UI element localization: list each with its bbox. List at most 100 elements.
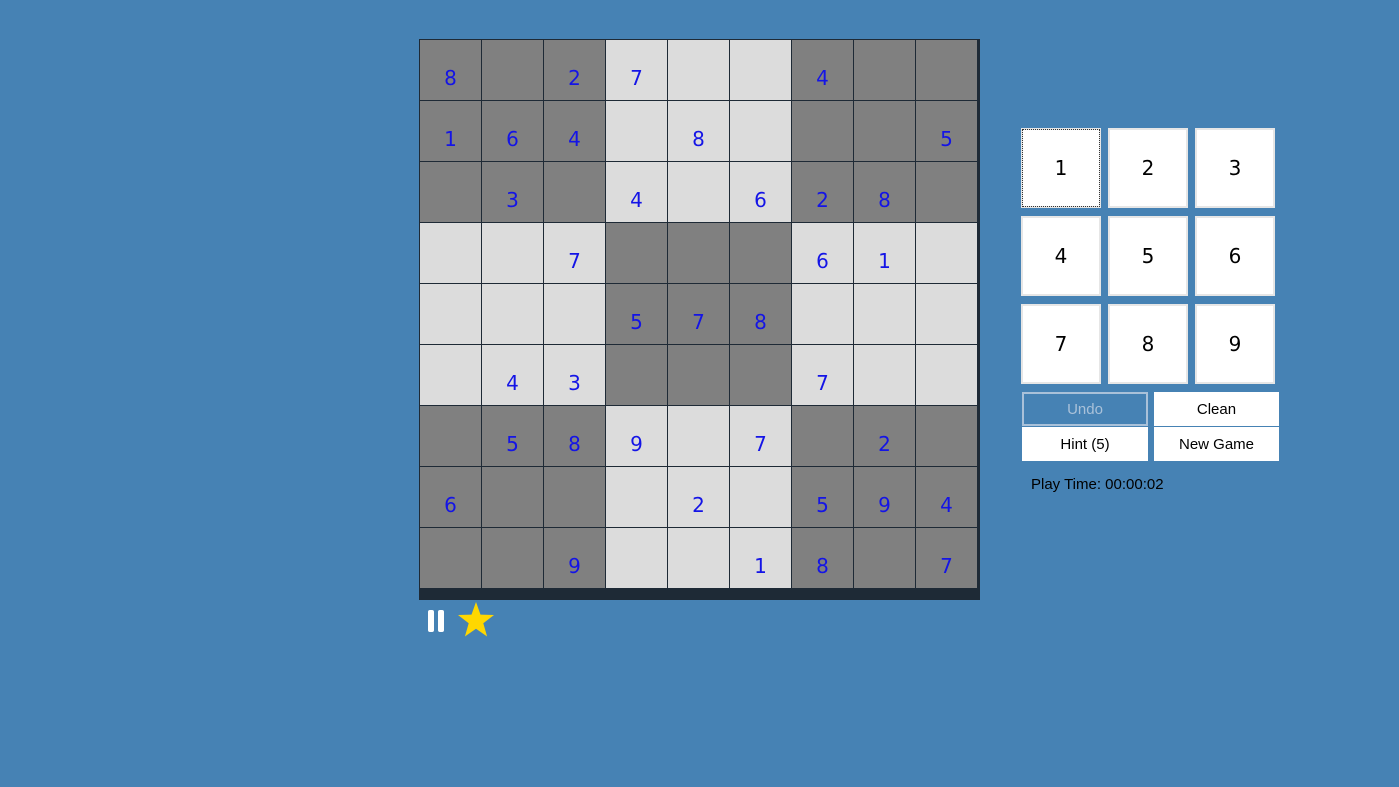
sudoku-cell-r1-c2[interactable] bbox=[482, 40, 543, 100]
sudoku-cell-r9-c3[interactable]: 9 bbox=[544, 528, 605, 588]
sudoku-cell-r8-c5[interactable]: 2 bbox=[668, 467, 729, 527]
sudoku-cell-r9-c4[interactable] bbox=[606, 528, 667, 588]
sudoku-cell-r3-c8[interactable]: 8 bbox=[854, 162, 915, 222]
number-key-6[interactable]: 6 bbox=[1195, 216, 1275, 296]
play-time-label: Play Time: 00:00:02 bbox=[1031, 476, 1164, 493]
sudoku-cell-r5-c3[interactable] bbox=[544, 284, 605, 344]
number-pad: 1 2 3 4 5 6 7 8 9 bbox=[1021, 128, 1281, 384]
hint-button[interactable]: Hint (5) bbox=[1022, 427, 1148, 461]
sudoku-cell-r5-c4[interactable]: 5 bbox=[606, 284, 667, 344]
sudoku-board: 8274164853462876157843758972625949187 bbox=[419, 39, 980, 600]
sudoku-cell-r5-c8[interactable] bbox=[854, 284, 915, 344]
sudoku-cell-r4-c9[interactable] bbox=[916, 223, 977, 283]
number-key-8[interactable]: 8 bbox=[1108, 304, 1188, 384]
sudoku-cell-r6-c5[interactable] bbox=[668, 345, 729, 405]
undo-button[interactable]: Undo bbox=[1022, 392, 1148, 426]
sudoku-cell-r6-c6[interactable] bbox=[730, 345, 791, 405]
sudoku-cell-r3-c6[interactable]: 6 bbox=[730, 162, 791, 222]
sudoku-cell-r8-c6[interactable] bbox=[730, 467, 791, 527]
sudoku-cell-r4-c8[interactable]: 1 bbox=[854, 223, 915, 283]
pause-button[interactable] bbox=[427, 610, 445, 632]
sudoku-cell-r8-c1[interactable]: 6 bbox=[420, 467, 481, 527]
sudoku-cell-r5-c7[interactable] bbox=[792, 284, 853, 344]
sudoku-cell-r1-c7[interactable]: 4 bbox=[792, 40, 853, 100]
number-key-1[interactable]: 1 bbox=[1021, 128, 1101, 208]
new-game-button[interactable]: New Game bbox=[1154, 427, 1279, 461]
clean-button[interactable]: Clean bbox=[1154, 392, 1279, 426]
sudoku-cell-r3-c9[interactable] bbox=[916, 162, 977, 222]
sudoku-cell-r2-c9[interactable]: 5 bbox=[916, 101, 977, 161]
sudoku-cell-r8-c2[interactable] bbox=[482, 467, 543, 527]
sudoku-cell-r7-c3[interactable]: 8 bbox=[544, 406, 605, 466]
sudoku-cell-r7-c1[interactable] bbox=[420, 406, 481, 466]
sudoku-cell-r8-c8[interactable]: 9 bbox=[854, 467, 915, 527]
sudoku-cell-r6-c9[interactable] bbox=[916, 345, 977, 405]
sudoku-cell-r6-c1[interactable] bbox=[420, 345, 481, 405]
star-icon[interactable] bbox=[457, 601, 495, 639]
sudoku-cell-r2-c2[interactable]: 6 bbox=[482, 101, 543, 161]
sudoku-cell-r1-c1[interactable]: 8 bbox=[420, 40, 481, 100]
sudoku-cell-r2-c4[interactable] bbox=[606, 101, 667, 161]
sudoku-cell-r1-c8[interactable] bbox=[854, 40, 915, 100]
sudoku-cell-r5-c1[interactable] bbox=[420, 284, 481, 344]
sudoku-cell-r7-c9[interactable] bbox=[916, 406, 977, 466]
sudoku-cell-r2-c6[interactable] bbox=[730, 101, 791, 161]
sudoku-cell-r3-c1[interactable] bbox=[420, 162, 481, 222]
sudoku-cell-r3-c4[interactable]: 4 bbox=[606, 162, 667, 222]
sudoku-cell-r3-c7[interactable]: 2 bbox=[792, 162, 853, 222]
sudoku-cell-r1-c5[interactable] bbox=[668, 40, 729, 100]
sudoku-cell-r8-c9[interactable]: 4 bbox=[916, 467, 977, 527]
sudoku-cell-r5-c9[interactable] bbox=[916, 284, 977, 344]
sudoku-cell-r4-c7[interactable]: 6 bbox=[792, 223, 853, 283]
sudoku-cell-r2-c5[interactable]: 8 bbox=[668, 101, 729, 161]
sudoku-cell-r9-c2[interactable] bbox=[482, 528, 543, 588]
sudoku-cell-r4-c5[interactable] bbox=[668, 223, 729, 283]
number-key-2[interactable]: 2 bbox=[1108, 128, 1188, 208]
sudoku-cell-r3-c2[interactable]: 3 bbox=[482, 162, 543, 222]
sudoku-cell-r6-c2[interactable]: 4 bbox=[482, 345, 543, 405]
number-key-7[interactable]: 7 bbox=[1021, 304, 1101, 384]
sudoku-cell-r9-c5[interactable] bbox=[668, 528, 729, 588]
sudoku-cell-r4-c1[interactable] bbox=[420, 223, 481, 283]
sudoku-cell-r2-c1[interactable]: 1 bbox=[420, 101, 481, 161]
sudoku-cell-r8-c7[interactable]: 5 bbox=[792, 467, 853, 527]
number-key-4[interactable]: 4 bbox=[1021, 216, 1101, 296]
sudoku-cell-r8-c3[interactable] bbox=[544, 467, 605, 527]
sudoku-cell-r5-c6[interactable]: 8 bbox=[730, 284, 791, 344]
sudoku-cell-r1-c6[interactable] bbox=[730, 40, 791, 100]
sudoku-cell-r3-c3[interactable] bbox=[544, 162, 605, 222]
number-key-3[interactable]: 3 bbox=[1195, 128, 1275, 208]
sudoku-cell-r2-c8[interactable] bbox=[854, 101, 915, 161]
sudoku-cell-r4-c4[interactable] bbox=[606, 223, 667, 283]
sudoku-cell-r4-c2[interactable] bbox=[482, 223, 543, 283]
sudoku-cell-r4-c6[interactable] bbox=[730, 223, 791, 283]
sudoku-cell-r6-c3[interactable]: 3 bbox=[544, 345, 605, 405]
sudoku-cell-r5-c2[interactable] bbox=[482, 284, 543, 344]
sudoku-cell-r9-c1[interactable] bbox=[420, 528, 481, 588]
sudoku-cell-r7-c4[interactable]: 9 bbox=[606, 406, 667, 466]
sudoku-cell-r7-c6[interactable]: 7 bbox=[730, 406, 791, 466]
sudoku-cell-r9-c8[interactable] bbox=[854, 528, 915, 588]
sudoku-cell-r7-c8[interactable]: 2 bbox=[854, 406, 915, 466]
sudoku-cell-r5-c5[interactable]: 7 bbox=[668, 284, 729, 344]
sudoku-cell-r1-c9[interactable] bbox=[916, 40, 977, 100]
sudoku-cell-r6-c8[interactable] bbox=[854, 345, 915, 405]
sudoku-cell-r6-c7[interactable]: 7 bbox=[792, 345, 853, 405]
sudoku-cell-r2-c7[interactable] bbox=[792, 101, 853, 161]
sudoku-cell-r9-c6[interactable]: 1 bbox=[730, 528, 791, 588]
sudoku-cell-r6-c4[interactable] bbox=[606, 345, 667, 405]
sudoku-cell-r8-c4[interactable] bbox=[606, 467, 667, 527]
sudoku-cell-r7-c5[interactable] bbox=[668, 406, 729, 466]
sudoku-cell-r9-c7[interactable]: 8 bbox=[792, 528, 853, 588]
sudoku-cell-r2-c3[interactable]: 4 bbox=[544, 101, 605, 161]
sudoku-cell-r1-c4[interactable]: 7 bbox=[606, 40, 667, 100]
sudoku-cell-r4-c3[interactable]: 7 bbox=[544, 223, 605, 283]
sudoku-cell-r1-c3[interactable]: 2 bbox=[544, 40, 605, 100]
sudoku-cell-r9-c9[interactable]: 7 bbox=[916, 528, 977, 588]
number-key-5[interactable]: 5 bbox=[1108, 216, 1188, 296]
sudoku-cell-r7-c7[interactable] bbox=[792, 406, 853, 466]
pause-icon-bar-right bbox=[438, 610, 444, 632]
number-key-9[interactable]: 9 bbox=[1195, 304, 1275, 384]
sudoku-cell-r7-c2[interactable]: 5 bbox=[482, 406, 543, 466]
sudoku-cell-r3-c5[interactable] bbox=[668, 162, 729, 222]
